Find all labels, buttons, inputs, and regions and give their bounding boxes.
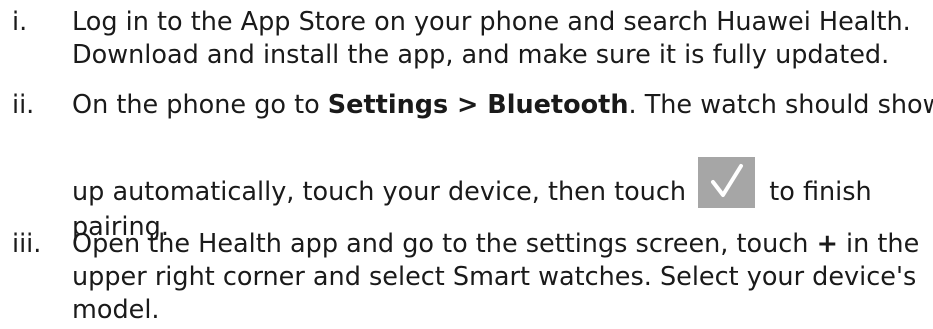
settings-path-label: Settings > Bluetooth (327, 90, 629, 120)
step-text: Log in to the App Store on your phone an… (72, 6, 933, 72)
step-text: On the phone go to Settings > Bluetooth.… (72, 89, 933, 244)
step-text-segment: On the phone go to (72, 90, 328, 120)
checkmark-icon (698, 157, 756, 208)
step-number: ii. (12, 90, 35, 120)
step-number: iii. (12, 229, 42, 259)
step-text-line: Open the Health app and go to the settin… (72, 228, 933, 261)
step-number: i. (12, 7, 28, 37)
step-text: Open the Health app and go to the settin… (72, 228, 933, 327)
step-text-segment: up automatically, touch your device, the… (72, 177, 695, 207)
step-text-line: upper right corner and select Smart watc… (72, 262, 917, 292)
step-text-segment: Open the Health app and go to the settin… (72, 229, 817, 259)
step-text-segment: . The watch should show (628, 90, 933, 120)
step-text-line: Download and install the app, and make s… (72, 40, 890, 70)
plus-label: + (816, 229, 838, 259)
step-text-line: up automatically, touch your device, the… (72, 157, 933, 211)
step-text-segment: in the (837, 229, 920, 259)
step-text-line: On the phone go to Settings > Bluetooth.… (72, 89, 933, 122)
step-text-line: Log in to the App Store on your phone an… (72, 7, 911, 37)
step-text-segment: to finish (761, 177, 872, 207)
step-text-line: model. (72, 295, 160, 325)
